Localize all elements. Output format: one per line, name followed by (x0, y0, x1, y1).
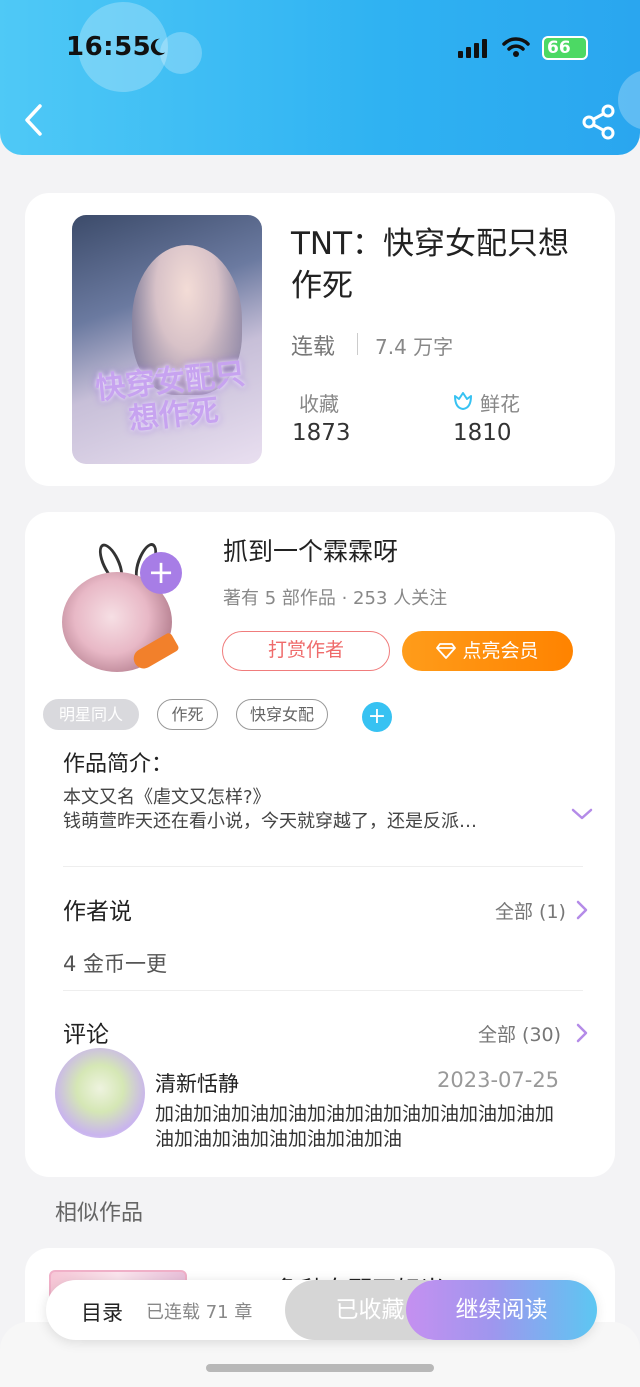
divider (63, 866, 583, 867)
flower-icon (454, 392, 472, 410)
comment-date: 2023-07-25 (437, 1068, 560, 1092)
follow-author-button[interactable]: + (140, 552, 182, 594)
moon-icon (150, 38, 166, 56)
battery-level: 66 (544, 38, 586, 58)
battery-icon: 66 (542, 36, 588, 60)
intro-line: 本文又名《虐文又怎样?》 (63, 787, 271, 808)
chapter-count: 已连载 71 章 (146, 1302, 253, 1323)
word-count: 7.4 万字 (375, 335, 454, 359)
book-info-card: /TNT/ 快穿女配只想作死 TNT：快穿女配只想作死 连载 7.4 万字 收藏… (25, 193, 615, 486)
back-icon[interactable] (20, 100, 50, 140)
diamond-icon (436, 643, 457, 659)
book-title: TNT：快穿女配只想作死 (291, 226, 570, 304)
home-indicator[interactable] (206, 1364, 434, 1372)
continue-reading-button[interactable]: 继续阅读 (406, 1280, 597, 1340)
wifi-icon (502, 37, 530, 57)
add-tag-button[interactable]: + (362, 702, 392, 732)
chevron-down-icon[interactable] (570, 802, 594, 826)
author-says-text: 4 金币一更 (63, 952, 168, 976)
comments-heading: 评论 (63, 1022, 109, 1048)
comments-more-link[interactable]: 全部 (30) (478, 1020, 561, 1047)
toc-button[interactable]: 目录 (81, 1297, 123, 1327)
author-says-more-link[interactable]: 全部 (1) (495, 897, 566, 924)
vip-button[interactable]: 点亮会员 (402, 631, 573, 671)
vip-button-label: 点亮会员 (462, 640, 539, 662)
intro-heading: 作品简介： (63, 752, 174, 777)
author-meta: 著有 5 部作品 · 253 人关注 (223, 588, 448, 609)
flowers-label: 鲜花 (480, 392, 520, 416)
intro-line: 钱萌萱昨天还在看小说，今天就穿越了，还是反派… (63, 811, 477, 832)
favorites-label: 收藏 (299, 392, 339, 416)
intro-text[interactable]: 本文又名《虐文又怎样?》 钱萌萱昨天还在看小说，今天就穿越了，还是反派… (63, 786, 553, 834)
chevron-right-icon[interactable] (574, 898, 590, 922)
tag-item[interactable]: 作死 (157, 699, 218, 730)
book-details-card: + 抓到一个霖霖呀 著有 5 部作品 · 253 人关注 打赏作者 点亮会员 明… (25, 512, 615, 1177)
favorites-count: 1873 (292, 420, 351, 446)
header-bar: 16:55 66 (0, 0, 640, 155)
book-status: 连载 (291, 335, 336, 360)
bottom-action-bar: 目录 已连载 71 章 已收藏 继续阅读 (46, 1280, 597, 1340)
commenter-avatar[interactable] (55, 1048, 145, 1138)
tip-author-button[interactable]: 打赏作者 (222, 631, 390, 671)
commenter-name[interactable]: 清新恬静 (155, 1068, 239, 1098)
book-cover[interactable]: /TNT/ 快穿女配只想作死 (72, 215, 262, 464)
similar-works-heading: 相似作品 (55, 1201, 144, 1226)
tag-item[interactable]: 明星同人 (43, 699, 139, 730)
divider (63, 990, 583, 991)
author-says-heading: 作者说 (63, 899, 132, 925)
chevron-right-icon[interactable] (574, 1021, 590, 1045)
author-name: 抓到一个霖霖呀 (223, 537, 399, 566)
signal-icon (458, 39, 487, 58)
flowers-count: 1810 (453, 420, 512, 446)
decor-bubble (618, 70, 640, 130)
status-time: 16:55 (66, 32, 152, 62)
divider (357, 333, 358, 355)
comment-text: 加油加油加油加油加油加油加油加油加油加油加油加油加油加油加油加油加油 (155, 1103, 555, 1150)
cover-title-text: 快穿女配只想作死 (93, 356, 247, 438)
tag-item[interactable]: 快穿女配 (236, 699, 328, 730)
share-icon[interactable] (580, 102, 620, 142)
